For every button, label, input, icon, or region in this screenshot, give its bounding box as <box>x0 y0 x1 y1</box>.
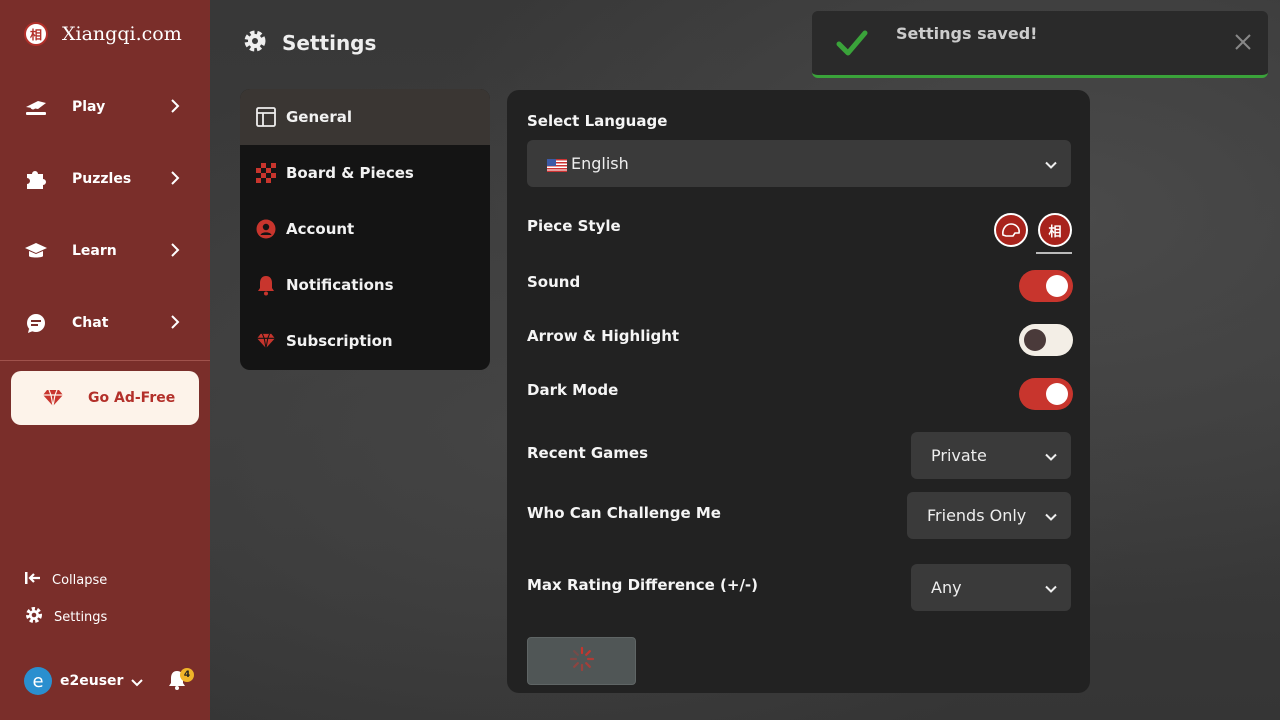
play-icon <box>24 95 48 119</box>
sidebar-item-learn[interactable]: Learn <box>0 229 210 273</box>
sidebar: 相 Xiangqi.com Play Puzzles Learn Chat Go… <box>0 0 210 720</box>
username: e2euser <box>60 673 124 689</box>
checkerboard-icon <box>256 163 276 183</box>
gear-icon <box>24 605 44 629</box>
menu-item-board-pieces[interactable]: Board & Pieces <box>240 145 490 201</box>
layout-icon <box>256 107 276 127</box>
chevron-right-icon <box>170 170 180 189</box>
gem-icon <box>41 389 65 407</box>
menu-item-general[interactable]: General <box>240 89 490 145</box>
logo-icon: 相 <box>24 22 48 46</box>
sidebar-settings-link[interactable]: Settings <box>24 605 107 629</box>
loading-spinner-icon <box>568 645 596 677</box>
settings-menu: General Board & Pieces Account Notificat… <box>240 89 490 370</box>
piece-style-options: 相 <box>994 213 1072 247</box>
user-icon <box>256 219 276 239</box>
menu-item-notifications[interactable]: Notifications <box>240 257 490 313</box>
chevron-down-icon <box>1045 154 1057 173</box>
chat-icon <box>24 311 48 335</box>
chevron-down-icon <box>1045 578 1057 597</box>
puzzle-icon <box>24 167 48 191</box>
general-settings-panel: Select Language English Piece Style 相 So… <box>507 90 1090 693</box>
sidebar-item-puzzles[interactable]: Puzzles <box>0 157 210 201</box>
toast-message: Settings saved! <box>896 24 1038 43</box>
arrow-highlight-label: Arrow & Highlight <box>527 327 680 345</box>
notification-count-badge: 4 <box>180 668 194 682</box>
challenge-label: Who Can Challenge Me <box>527 504 721 522</box>
success-toast: Settings saved! <box>812 11 1268 78</box>
logo[interactable]: 相 Xiangqi.com <box>24 22 182 46</box>
selected-indicator <box>1036 252 1072 254</box>
menu-item-account[interactable]: Account <box>240 201 490 257</box>
piece-style-chinese-option[interactable]: 相 <box>1038 213 1072 247</box>
sidebar-item-play[interactable]: Play <box>0 85 210 129</box>
user-menu[interactable]: e e2euser <box>24 667 144 695</box>
go-ad-free-button[interactable]: Go Ad-Free <box>11 371 199 425</box>
menu-item-label: Account <box>286 220 355 238</box>
go-ad-free-label: Go Ad-Free <box>88 390 176 406</box>
chevron-right-icon <box>170 98 180 117</box>
save-button[interactable] <box>527 637 636 685</box>
close-icon[interactable] <box>1234 33 1252 55</box>
page-header: Settings <box>242 28 376 58</box>
recent-games-value: Private <box>931 446 987 465</box>
chevron-right-icon <box>170 242 180 261</box>
dark-mode-toggle[interactable] <box>1019 378 1073 410</box>
sidebar-item-chat[interactable]: Chat <box>0 301 210 345</box>
rating-diff-value: Any <box>931 578 962 597</box>
chevron-down-icon <box>1045 506 1057 525</box>
chevron-right-icon <box>170 314 180 333</box>
sound-label: Sound <box>527 273 581 291</box>
toggle-knob <box>1046 275 1068 297</box>
menu-item-label: Notifications <box>286 276 394 294</box>
sidebar-item-label: Learn <box>72 243 117 259</box>
arrow-highlight-toggle[interactable] <box>1019 324 1073 356</box>
collapse-label: Collapse <box>52 572 108 588</box>
chevron-down-icon <box>131 672 144 691</box>
challenge-select[interactable]: Friends Only <box>907 492 1071 539</box>
menu-item-subscription[interactable]: Subscription <box>240 313 490 369</box>
gem-icon <box>256 331 276 351</box>
challenge-value: Friends Only <box>927 506 1027 525</box>
menu-item-label: General <box>286 108 352 126</box>
bell-icon <box>256 275 276 296</box>
menu-item-label: Subscription <box>286 332 393 350</box>
language-value: English <box>571 154 629 173</box>
gear-icon <box>242 28 268 58</box>
language-label: Select Language <box>527 112 668 130</box>
checkmark-icon <box>836 29 868 61</box>
page-title: Settings <box>282 31 377 55</box>
collapse-icon <box>24 571 42 589</box>
toggle-knob <box>1046 383 1068 405</box>
menu-item-label: Board & Pieces <box>286 164 414 182</box>
collapse-button[interactable]: Collapse <box>24 571 107 589</box>
language-select[interactable]: English <box>527 140 1071 187</box>
rating-diff-label: Max Rating Difference (+/-) <box>527 576 759 594</box>
piece-style-pictorial-option[interactable] <box>994 213 1028 247</box>
sidebar-item-label: Puzzles <box>72 171 132 187</box>
rating-diff-select[interactable]: Any <box>911 564 1071 611</box>
sidebar-item-label: Chat <box>72 315 109 331</box>
settings-link-label: Settings <box>54 609 108 625</box>
brand-name: Xiangqi.com <box>62 23 182 45</box>
dark-mode-label: Dark Mode <box>527 381 619 399</box>
us-flag-icon <box>547 157 567 172</box>
piece-style-label: Piece Style <box>527 217 621 235</box>
sidebar-divider <box>0 360 210 361</box>
chevron-down-icon <box>1045 446 1057 465</box>
recent-games-select[interactable]: Private <box>911 432 1071 479</box>
toggle-knob <box>1024 329 1046 351</box>
sidebar-item-label: Play <box>72 99 106 115</box>
sound-toggle[interactable] <box>1019 270 1073 302</box>
graduation-cap-icon <box>24 239 48 263</box>
avatar: e <box>24 667 52 695</box>
recent-games-label: Recent Games <box>527 444 649 462</box>
